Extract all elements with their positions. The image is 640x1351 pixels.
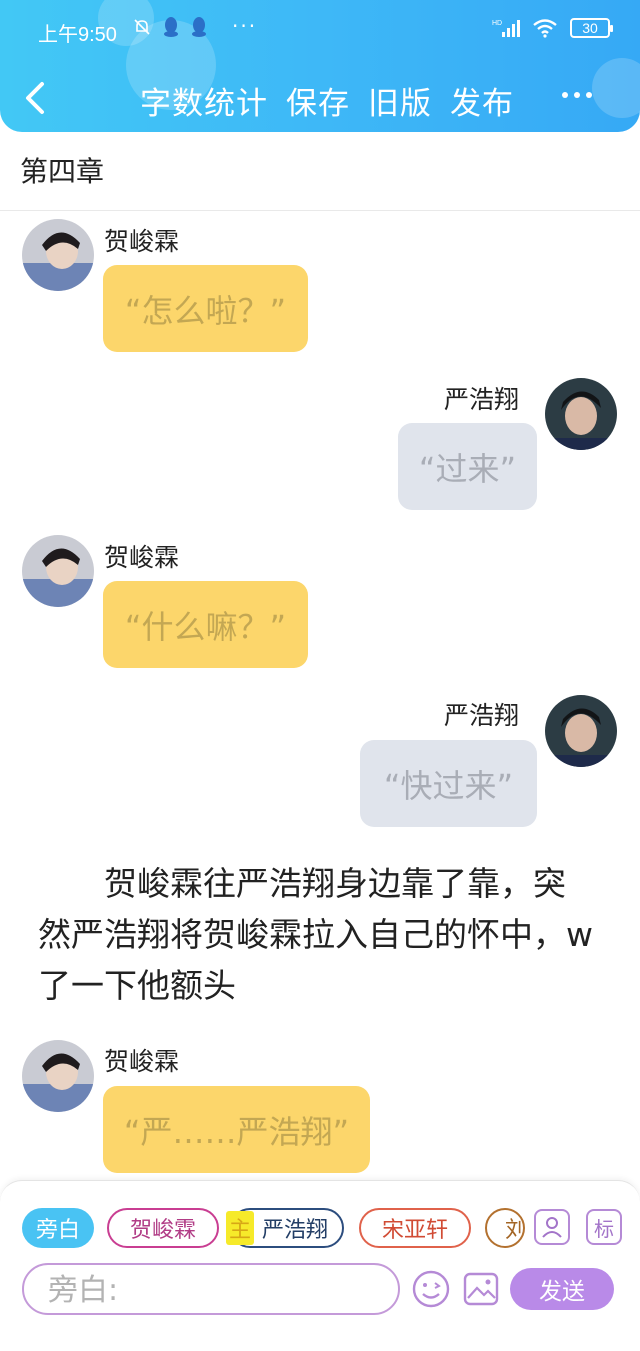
word-count-button[interactable]: 字数统计 [140, 78, 268, 123]
status-notification-icons [132, 16, 208, 38]
sender-name: 严浩翔 [444, 701, 520, 730]
avatar-yan-image [545, 378, 617, 450]
message-bubble[interactable]: “严……严浩翔” [103, 1086, 370, 1173]
image-icon [463, 1272, 499, 1306]
role-narrator-chip[interactable]: 旁白 [22, 1208, 94, 1248]
decor-bubble [592, 58, 640, 118]
message-input[interactable] [48, 1271, 378, 1309]
avatar-he[interactable] [22, 219, 94, 291]
signal-icon: HD [492, 20, 520, 37]
role-yan-label: 严浩翔 [261, 1218, 328, 1243]
chevron-left-icon [26, 82, 44, 114]
sender-name: 严浩翔 [444, 385, 520, 414]
svg-text:HD: HD [492, 20, 502, 27]
role-he-chip[interactable]: 贺峻霖 [107, 1208, 219, 1248]
save-button[interactable]: 保存 [286, 78, 350, 123]
more-dot [562, 92, 568, 98]
more-button[interactable] [562, 80, 598, 110]
person-card-icon [542, 1217, 562, 1238]
status-time: 上午9:50 [38, 24, 117, 46]
message-bubble[interactable]: “什么嘛？” [103, 581, 308, 668]
qq-icon [192, 17, 206, 37]
old-version-button[interactable]: 旧版 [368, 78, 432, 123]
wifi-icon [533, 19, 557, 38]
header-nav: 字数统计 保存 旧版 发布 [140, 78, 514, 123]
top-header: 上午9:50 ··· HD 30 字数统计 保存 旧版 发布 [0, 0, 640, 132]
sender-name: 贺峻霖 [104, 1047, 180, 1076]
message-bubble[interactable]: “过来” [398, 423, 537, 510]
avatar-yan[interactable] [545, 378, 617, 450]
divider [0, 210, 640, 211]
sender-name: 贺峻霖 [104, 543, 180, 572]
back-button[interactable] [18, 78, 54, 118]
sender-name: 贺峻霖 [104, 227, 180, 256]
role-song-chip[interactable]: 宋亚轩 [359, 1208, 471, 1248]
narration-paragraph[interactable]: 贺峻霖往严浩翔身边靠了靠，突然严浩翔将贺峻霖拉入自己的怀中，w了一下他额头 [38, 858, 598, 1011]
avatar-yan-image [545, 695, 617, 767]
more-dot [586, 92, 592, 98]
message-bubble[interactable]: “怎么啦？” [103, 265, 308, 352]
publish-button[interactable]: 发布 [450, 78, 514, 123]
avatar-he[interactable] [22, 535, 94, 607]
tag-button[interactable]: 标 [586, 1209, 622, 1245]
send-button[interactable]: 发送 [510, 1268, 614, 1310]
chapter-title[interactable]: 第四章 [20, 150, 104, 190]
qq-icon [164, 17, 178, 37]
emoji-button[interactable] [411, 1269, 451, 1309]
avatar-he[interactable] [22, 1040, 94, 1112]
character-manage-button[interactable] [534, 1209, 570, 1245]
message-input-wrapper [22, 1263, 400, 1315]
avatar-yan[interactable] [545, 695, 617, 767]
message-bubble[interactable]: “快过来” [360, 740, 537, 827]
status-bar: 上午9:50 ··· HD 30 [0, 0, 640, 60]
role-liu-chip[interactable]: 刘 [485, 1208, 525, 1248]
more-dot [574, 92, 580, 98]
avatar-he-image [22, 535, 94, 607]
avatar-he-image [22, 1040, 94, 1112]
status-more-dots: ··· [232, 14, 258, 38]
status-right-icons: HD 30 [492, 18, 613, 38]
battery-indicator: 30 [570, 18, 613, 38]
image-button[interactable] [462, 1270, 500, 1308]
mute-bell-icon [134, 19, 150, 35]
avatar-he-image [22, 219, 94, 291]
main-character-tag: 主 [226, 1211, 254, 1245]
smiley-icon [412, 1270, 450, 1308]
